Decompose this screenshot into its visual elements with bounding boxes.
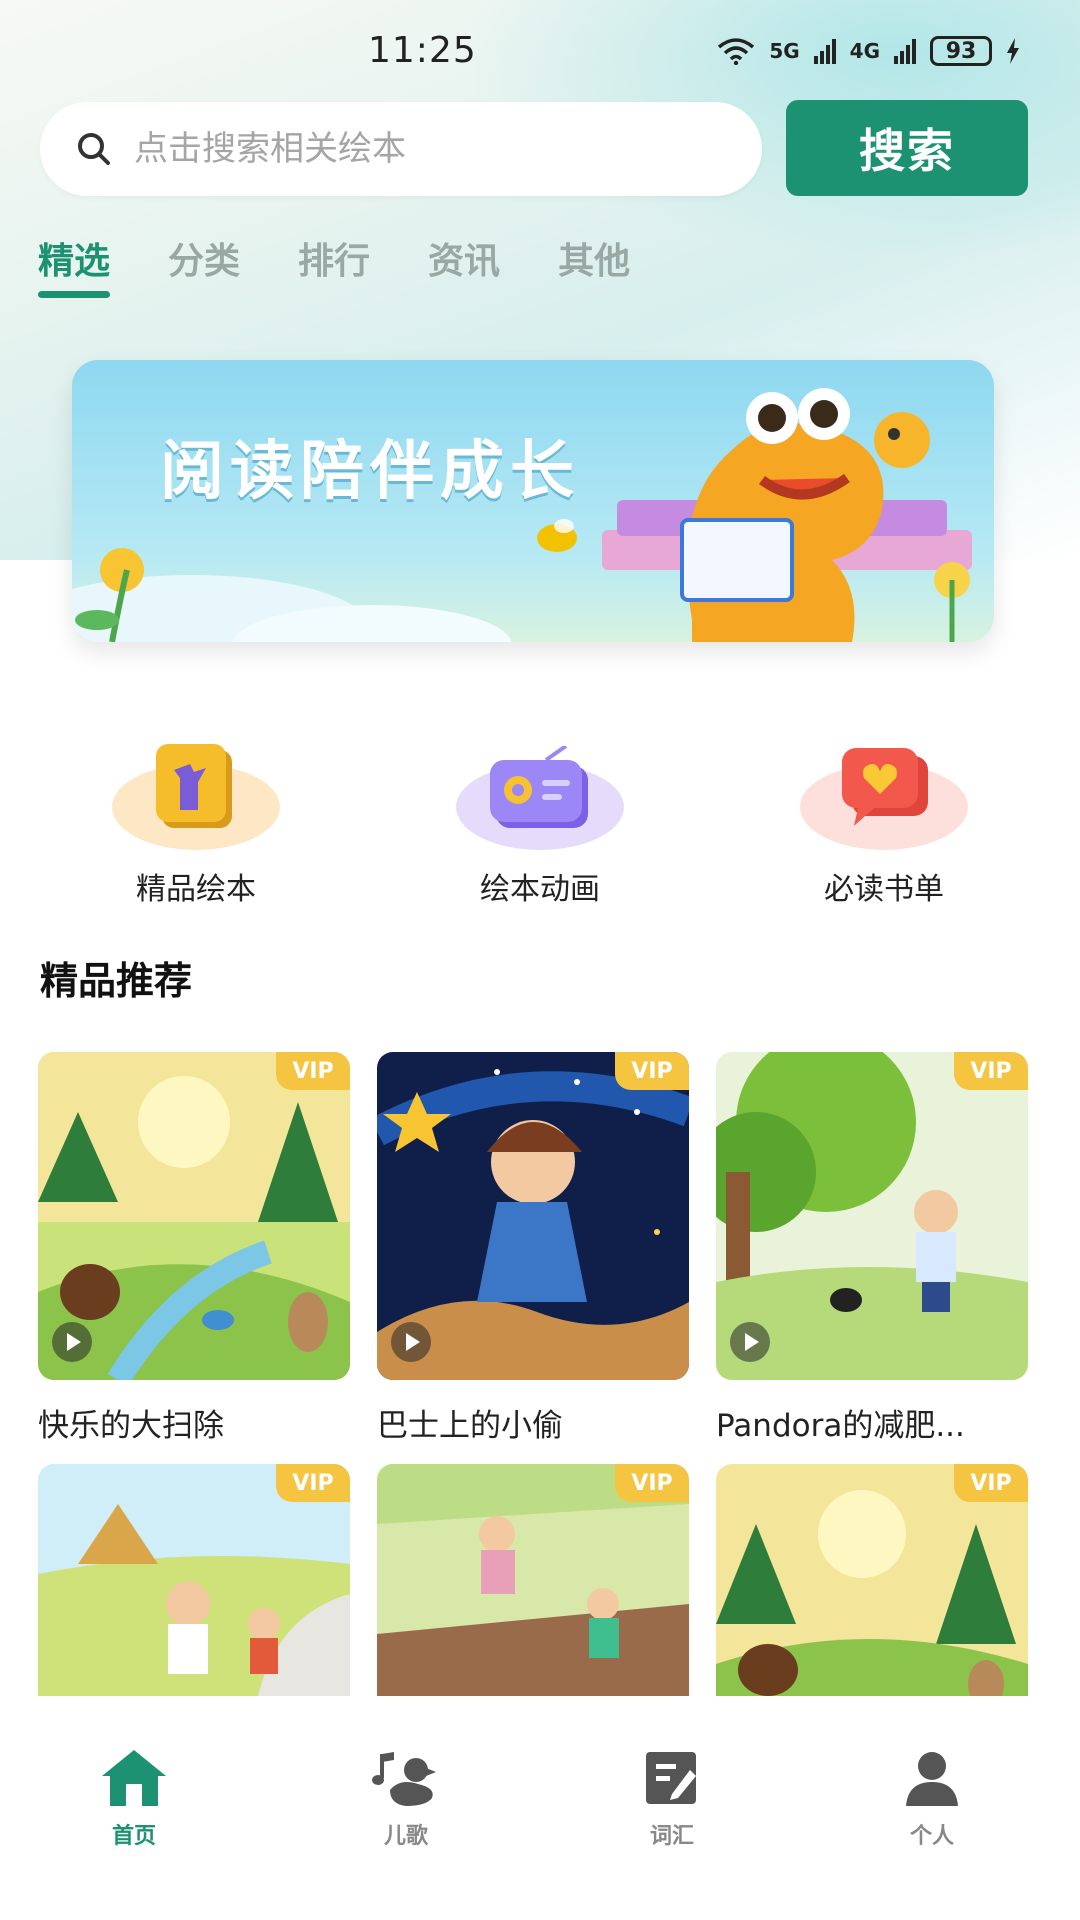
radio-icon [490,746,588,828]
search-input[interactable] [134,129,694,169]
book-card[interactable]: VIP Pandora的减肥... [716,1052,1028,1445]
nav-label: 词汇 [649,1824,694,1849]
vip-badge: VIP [276,1052,350,1090]
tab-ranking[interactable]: 排行 [298,232,370,294]
book-card[interactable]: VIP [716,1464,1028,1696]
promo-banner[interactable]: 阅读陪伴成长 [72,360,994,642]
search-button[interactable]: 搜索 [786,100,1028,196]
network-type-5g: 5G [769,39,800,63]
tab-news[interactable]: 资讯 [428,232,500,294]
tab-other[interactable]: 其他 [558,232,630,294]
category-reading-list[interactable]: 必读书单 [774,740,994,908]
edit-note-icon [646,1752,696,1804]
search-bar[interactable] [40,102,762,196]
book-title: 巴士上的小偷 [377,1408,563,1444]
vip-badge: VIP [954,1464,1028,1502]
nav-songs[interactable]: 儿歌 [346,1748,466,1850]
signal-icon [894,38,916,64]
category-shortcuts: 精品绘本 绘本动画 必读书单 [0,740,1080,907]
book-card[interactable]: VIP 巴士上的小偷 [377,1052,689,1445]
book-cover: VIP [38,1052,350,1380]
nav-vocabulary[interactable]: 词汇 [612,1748,732,1850]
tab-category[interactable]: 分类 [168,232,240,294]
book-cover: VIP [38,1464,350,1696]
nav-label: 儿歌 [383,1824,428,1849]
nav-home[interactable]: 首页 [74,1748,194,1850]
book-card[interactable]: VIP 快乐的大扫除 [38,1052,350,1445]
book-card[interactable]: VIP [377,1464,689,1696]
nav-profile[interactable]: 个人 [872,1748,992,1850]
play-icon[interactable] [730,1322,770,1362]
network-type-4g: 4G [849,39,880,63]
duck-music-icon [372,1752,436,1806]
battery-level: 93 [945,38,977,64]
book-cover: VIP [377,1052,689,1380]
category-label: 绘本动画 [480,872,600,907]
section-title: 精品推荐 [40,959,193,1003]
category-animation[interactable]: 绘本动画 [430,740,650,908]
vip-badge: VIP [615,1052,689,1090]
banner-slogan: 阅读陪伴成长 [160,435,580,509]
book-card[interactable]: VIP [38,1464,350,1696]
book-cover: VIP [716,1464,1028,1696]
tab-bar: 精选 分类 排行 资讯 其他 [38,232,630,294]
play-icon[interactable] [391,1322,431,1362]
nav-label: 首页 [111,1824,156,1849]
category-label: 精品绘本 [136,872,256,907]
book-cover: VIP [716,1052,1028,1380]
signal-icon [813,38,836,64]
book-title: Pandora的减肥... [716,1408,965,1444]
status-bar: 11:25 5G 4G 93 [0,0,1080,100]
vip-badge: VIP [954,1052,1028,1090]
play-icon[interactable] [52,1322,92,1362]
tab-featured[interactable]: 精选 [38,232,110,294]
vip-badge: VIP [276,1464,350,1502]
status-icons: 5G 4G 93 [717,36,1020,66]
book-title: 快乐的大扫除 [38,1408,224,1444]
person-icon [906,1752,958,1806]
status-time: 11:25 [368,30,477,71]
wifi-icon [718,38,755,65]
search-icon [78,133,110,165]
category-picture-books[interactable]: 精品绘本 [86,740,306,908]
vip-badge: VIP [615,1464,689,1502]
battery-icon: 93 [930,36,992,66]
bottom-navigation: 首页 儿歌 词汇 个人 [0,1712,1080,1920]
home-icon [102,1750,166,1806]
book-cover: VIP [377,1464,689,1696]
picture-book-icon [156,744,232,828]
heart-chat-icon [842,748,928,826]
nav-label: 个人 [909,1824,954,1849]
charging-icon [1007,38,1019,64]
category-label: 必读书单 [824,872,944,907]
